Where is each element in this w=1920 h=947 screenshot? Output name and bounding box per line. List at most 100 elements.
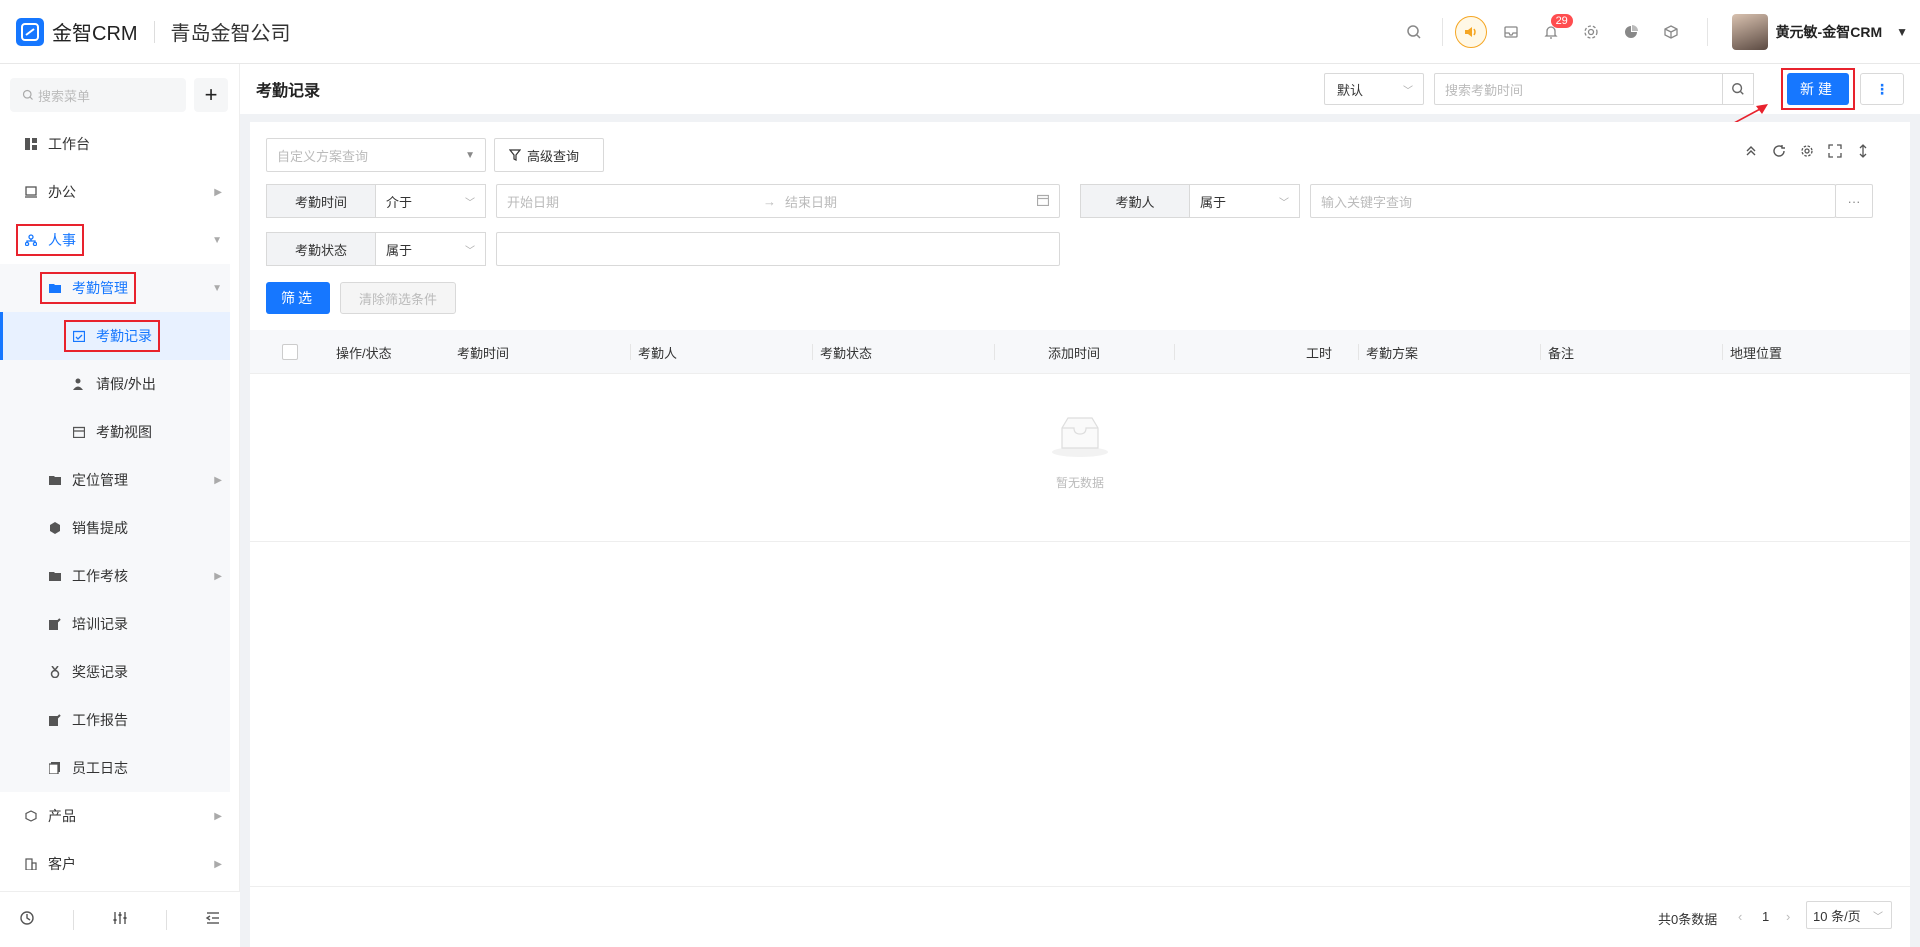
clear-filters-button[interactable]: 清除筛选条件 [340,282,456,314]
fullscreen-icon[interactable] [1828,144,1842,161]
empty-inbox-icon [1052,417,1108,457]
sidebar-item-label: 培训记录 [72,616,128,632]
column-header[interactable]: 添加时间 [1048,330,1100,374]
prev-page-button[interactable]: ‹ [1738,909,1742,924]
caret-down-icon[interactable]: ▼ [1896,25,1908,39]
divider [1540,344,1541,360]
divider [1706,18,1708,46]
select-all-checkbox[interactable] [282,344,298,360]
sidebar-item-work-report[interactable]: 工作报告 [0,696,230,744]
sidebar-item-label: 奖惩记录 [72,664,128,680]
chevron-down-icon: ▼ [212,234,222,246]
filter-button[interactable]: 筛选 [266,282,330,314]
search-icon[interactable] [1394,0,1434,64]
filter-icon [509,149,521,161]
sidebar-item-label: 办公 [48,184,76,200]
box-icon [24,809,38,823]
refresh-icon[interactable] [1772,144,1786,161]
sidebar-item-attendance-view[interactable]: 考勤视图 [0,408,230,456]
cube-icon[interactable] [1651,0,1691,64]
person-operator-value: 属于 [1200,194,1227,210]
avatar[interactable] [1731,14,1768,50]
row-height-icon[interactable] [1856,144,1870,161]
pie-chart-icon[interactable] [1611,0,1651,64]
time-filter-label: 考勤时间 [266,184,376,218]
collapse-menu-icon[interactable] [205,910,221,929]
sidebar-item-customers[interactable]: 客户 ▶ [0,840,230,888]
next-page-button[interactable]: › [1786,909,1790,924]
column-header[interactable]: 考勤时间 [457,330,509,374]
settings-gear-icon[interactable] [1800,144,1814,161]
table-header: 操作/状态 考勤时间 考勤人 考勤状态 添加时间 工时 考勤方案 备注 地理位置 [250,330,1910,374]
status-value-input[interactable] [496,232,1060,266]
column-header[interactable]: 操作/状态 [336,330,392,374]
highlight-box: 考勤记录 [64,320,160,352]
column-header[interactable]: 工时 [1306,330,1332,374]
time-operator-select[interactable]: 介于 ﹀ [376,184,486,218]
sidebar-item-rewards[interactable]: 奖惩记录 [0,648,230,696]
advanced-query-button[interactable]: 高级查询 [494,138,604,172]
sidebar-item-label: 产品 [48,808,76,824]
page-size-select[interactable]: 10 条/页 ﹀ [1806,901,1892,929]
collapse-up-icon[interactable] [1744,144,1758,161]
person-operator-select[interactable]: 属于 ﹀ [1190,184,1300,218]
chevron-down-icon: ▼ [212,282,222,294]
pagination: 共0条数据 ‹ 1 › 10 条/页 ﹀ [250,886,1910,946]
user-name[interactable]: 黄元敏-金智CRM [1776,22,1883,42]
sidebar-item-assessment[interactable]: 工作考核 ▶ [0,552,230,600]
edit-icon [48,713,62,727]
person-icon [72,377,86,391]
column-header[interactable]: 备注 [1548,330,1574,374]
view-select[interactable]: 默认 ﹀ [1324,73,1424,105]
view-select-value: 默认 [1337,82,1364,98]
date-range-picker[interactable]: 开始日期 → 结束日期 [496,184,1060,218]
divider [1358,344,1359,360]
person-keyword-input[interactable]: 输入关键字查询 [1310,184,1836,218]
sidebar-item-attendance-records[interactable]: 考勤记录 [0,312,230,360]
new-button[interactable]: 新建 [1787,73,1849,105]
column-header[interactable]: 考勤人 [638,330,677,374]
history-icon[interactable] [19,910,35,929]
settings-gear-icon[interactable] [1571,0,1611,64]
sidebar-item-label: 考勤视图 [96,424,152,440]
sidebar-item-label: 员工日志 [72,760,128,776]
page-number[interactable]: 1 [1762,909,1769,924]
sidebar-item-location[interactable]: 定位管理 ▶ [0,456,230,504]
divider [1174,344,1175,360]
building-icon [24,857,38,871]
divider [1441,18,1443,46]
search-time-input[interactable]: 搜索考勤时间 [1434,73,1724,105]
column-header[interactable]: 考勤状态 [820,330,872,374]
menu-search-input[interactable]: 搜索菜单 [10,78,186,112]
highlight-box: 新建 [1781,68,1855,110]
sidebar-item-sales-commission[interactable]: 销售提成 [0,504,230,552]
chevron-down-icon: ﹀ [1279,197,1289,209]
more-options-button[interactable]: ··· [1835,184,1873,218]
sidebar-item-products[interactable]: 产品 ▶ [0,792,230,840]
sidebar-item-leave[interactable]: 请假/外出 [0,360,230,408]
announcement-button[interactable] [1451,0,1491,64]
page-size-value: 10 条/页 [1813,908,1861,924]
sidebar-item-employee-log[interactable]: 员工日志 [0,744,230,792]
chevron-down-icon: ﹀ [465,245,475,257]
sidebar-item-office[interactable]: 办公 ▶ [0,168,230,216]
notification-badge: 29 [1550,14,1573,28]
search-time-placeholder: 搜索考勤时间 [1445,82,1524,98]
status-operator-select[interactable]: 属于 ﹀ [376,232,486,266]
chevron-right-icon: ▶ [214,186,222,198]
more-actions-button[interactable]: ⋮ [1860,73,1904,105]
sidebar-item-hr[interactable]: 人事 ▼ [0,216,230,264]
notification-bell-icon[interactable]: 29 [1531,0,1573,64]
column-header[interactable]: 地理位置 [1730,330,1782,374]
column-header[interactable]: 考勤方案 [1366,330,1418,374]
sidebar-item-label: 考勤管理 [72,280,128,296]
company-name: 青岛金智公司 [170,23,291,45]
custom-query-select[interactable]: 自定义方案查询 ▼ [266,138,486,172]
add-menu-button[interactable]: + [194,78,228,112]
sliders-icon[interactable] [112,910,128,929]
inbox-icon[interactable] [1491,0,1531,64]
chevron-down-icon: ﹀ [1873,911,1883,923]
sidebar-item-workbench[interactable]: 工作台 [0,120,230,168]
sidebar-item-training[interactable]: 培训记录 [0,600,230,648]
sidebar-item-attendance-management[interactable]: 考勤管理 ▼ [0,264,230,312]
